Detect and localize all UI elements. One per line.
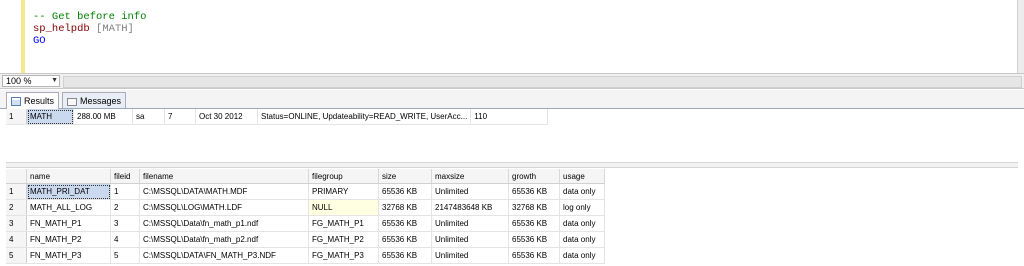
cell-usage[interactable]: data only <box>559 231 605 248</box>
grid-icon <box>11 97 21 107</box>
cell-maxsize[interactable]: Unlimited <box>431 231 509 248</box>
table-row[interactable]: 5 FN_MATH_P3 5 C:\MSSQL\DATA\FN_MATH_P3.… <box>6 247 605 264</box>
cell-usage[interactable]: data only <box>559 247 605 264</box>
cell-fileid[interactable]: 5 <box>110 247 140 264</box>
cell-maxsize[interactable]: 2147483648 KB <box>431 199 509 216</box>
table-row[interactable]: 3 FN_MATH_P1 3 C:\MSSQL\Data\fn_math_p1.… <box>6 215 605 232</box>
cell-filename[interactable]: C:\MSSQL\Data\fn_math_p2.ndf <box>139 231 309 248</box>
cell-size[interactable]: 65536 KB <box>378 231 432 248</box>
table-row[interactable]: 1 MATH 288.00 MB sa 7 Oct 30 2012 Status… <box>6 109 549 125</box>
cell-size[interactable]: 65536 KB <box>378 215 432 232</box>
col-header-filename[interactable]: filename <box>139 169 309 184</box>
row-number[interactable]: 1 <box>6 109 27 125</box>
cell-growth[interactable]: 65536 KB <box>508 231 560 248</box>
row-number[interactable]: 4 <box>6 231 27 248</box>
col-header-fileid[interactable]: fileid <box>110 169 140 184</box>
table-row[interactable]: 2 MATH_ALL_LOG 2 C:\MSSQL\LOG\MATH.LDF N… <box>6 199 605 216</box>
editor-gutter <box>0 0 25 73</box>
col-header-size[interactable]: size <box>378 169 432 184</box>
result-grid-1[interactable]: 1 MATH 288.00 MB sa 7 Oct 30 2012 Status… <box>6 109 549 125</box>
cell-name[interactable]: FN_MATH_P2 <box>26 231 111 248</box>
cell-name[interactable]: MATH_ALL_LOG <box>26 199 111 216</box>
cell-filegroup[interactable]: NULL <box>308 199 379 216</box>
cell-usage[interactable]: data only <box>559 183 605 200</box>
cell-owner[interactable]: sa <box>132 109 165 125</box>
cell-growth[interactable]: 65536 KB <box>508 183 560 200</box>
editor-hscrollbar[interactable] <box>63 76 1022 88</box>
results-tabbar: Results Messages <box>0 90 1024 109</box>
cell-filegroup[interactable]: FG_MATH_P2 <box>308 231 379 248</box>
table-row[interactable]: 4 FN_MATH_P2 4 C:\MSSQL\Data\fn_math_p2.… <box>6 231 605 248</box>
code-arg: [MATH] <box>96 23 134 35</box>
tab-results[interactable]: Results <box>6 92 60 109</box>
zoom-value: 100 % <box>6 76 32 86</box>
cell-filename[interactable]: C:\MSSQL\Data\fn_math_p1.ndf <box>139 215 309 232</box>
cell-size[interactable]: 288.00 MB <box>73 109 133 125</box>
code-proc: sp_helpdb <box>33 23 90 35</box>
cell-growth[interactable]: 32768 KB <box>508 199 560 216</box>
cell-growth[interactable]: 65536 KB <box>508 215 560 232</box>
cell-maxsize[interactable]: Unlimited <box>431 183 509 200</box>
cell-name[interactable]: FN_MATH_P1 <box>26 215 111 232</box>
cell-dbid[interactable]: 7 <box>164 109 196 125</box>
cell-name[interactable]: MATH <box>26 109 74 125</box>
grid-splitter[interactable] <box>6 162 1018 168</box>
cell-filename[interactable]: C:\MSSQL\DATA\MATH.MDF <box>139 183 309 200</box>
col-header-usage[interactable]: usage <box>559 169 605 184</box>
cell-filename[interactable]: C:\MSSQL\LOG\MATH.LDF <box>139 199 309 216</box>
zoom-select[interactable]: 100 % ▼ <box>2 75 60 87</box>
col-header-filegroup[interactable]: filegroup <box>308 169 379 184</box>
result-grid-2[interactable]: name fileid filename filegroup size maxs… <box>6 169 605 264</box>
cell-usage[interactable]: log only <box>559 199 605 216</box>
table-row[interactable]: 1 MATH_PRI_DAT 1 C:\MSSQL\DATA\MATH.MDF … <box>6 183 605 200</box>
cell-created[interactable]: Oct 30 2012 <box>195 109 258 125</box>
tab-messages-label: Messages <box>80 96 122 106</box>
cell-filegroup[interactable]: PRIMARY <box>308 183 379 200</box>
cell-filegroup[interactable]: FG_MATH_P1 <box>308 215 379 232</box>
cell-status[interactable]: Status=ONLINE, Updateability=READ_WRITE,… <box>257 109 472 125</box>
cell-compat[interactable]: 110 <box>470 109 549 125</box>
code-text[interactable]: -- Get before info sp_helpdb [MATH] GO <box>33 11 146 47</box>
cell-maxsize[interactable]: Unlimited <box>431 247 509 264</box>
cell-size[interactable]: 32768 KB <box>378 199 432 216</box>
row-number[interactable]: 1 <box>6 183 27 200</box>
cell-fileid[interactable]: 1 <box>110 183 140 200</box>
col-header-name[interactable]: name <box>26 169 111 184</box>
code-comment: -- Get before info <box>33 11 147 23</box>
row-number[interactable]: 3 <box>6 215 27 232</box>
code-go: GO <box>33 35 46 47</box>
cell-maxsize[interactable]: Unlimited <box>431 215 509 232</box>
col-header-growth[interactable]: growth <box>508 169 560 184</box>
chevron-down-icon: ▼ <box>51 77 58 84</box>
messages-icon <box>67 97 77 106</box>
cell-filename[interactable]: C:\MSSQL\DATA\FN_MATH_P3.NDF <box>139 247 309 264</box>
col-header-maxsize[interactable]: maxsize <box>431 169 509 184</box>
cell-filegroup[interactable]: FG_MATH_P3 <box>308 247 379 264</box>
cell-name[interactable]: FN_MATH_P3 <box>26 247 111 264</box>
corner-cell[interactable] <box>6 169 27 184</box>
cell-fileid[interactable]: 2 <box>110 199 140 216</box>
cell-growth[interactable]: 65536 KB <box>508 247 560 264</box>
cell-fileid[interactable]: 4 <box>110 231 140 248</box>
tab-messages[interactable]: Messages <box>62 92 127 108</box>
header-row: name fileid filename filegroup size maxs… <box>6 169 605 184</box>
cell-usage[interactable]: data only <box>559 215 605 232</box>
change-marker <box>21 0 25 73</box>
cell-size[interactable]: 65536 KB <box>378 247 432 264</box>
query-editor[interactable]: -- Get before info sp_helpdb [MATH] GO <box>0 0 1024 74</box>
editor-vscrollbar[interactable] <box>1017 0 1024 73</box>
tab-results-label: Results <box>24 96 55 106</box>
row-number[interactable]: 2 <box>6 199 27 216</box>
cell-size[interactable]: 65536 KB <box>378 183 432 200</box>
cell-name[interactable]: MATH_PRI_DAT <box>26 183 111 200</box>
row-number[interactable]: 5 <box>6 247 27 264</box>
zoom-bar: 100 % ▼ <box>0 74 1024 89</box>
cell-fileid[interactable]: 3 <box>110 215 140 232</box>
